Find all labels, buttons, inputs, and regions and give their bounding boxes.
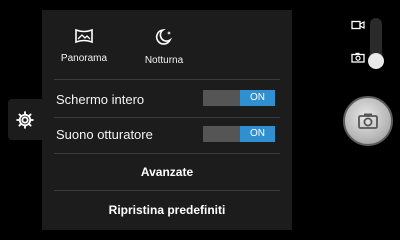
divider <box>54 190 280 191</box>
shutter-sound-label: Suono otturatore <box>56 127 153 142</box>
settings-panel: Panorama Notturna Schermo intero ON Suon… <box>42 10 292 230</box>
reset-defaults-button[interactable]: Ripristina predefiniti <box>42 203 292 217</box>
mode-switch-thumb[interactable] <box>368 53 384 69</box>
shutter-button[interactable] <box>343 96 393 146</box>
fullscreen-toggle[interactable]: ON <box>203 90 275 106</box>
gear-icon <box>16 110 34 129</box>
mode-night-label: Notturna <box>144 55 184 66</box>
night-moon-icon <box>155 28 173 45</box>
camera-mode-switch[interactable] <box>340 14 386 74</box>
divider <box>54 153 280 154</box>
divider <box>54 79 280 80</box>
shutter-sound-toggle-state: ON <box>240 126 275 142</box>
divider <box>54 117 280 118</box>
mode-panorama-label: Panorama <box>60 53 108 64</box>
settings-toggle-button[interactable] <box>8 99 42 140</box>
shutter-sound-toggle[interactable]: ON <box>203 126 275 142</box>
photo-camera-icon <box>351 52 365 63</box>
mode-night-button[interactable]: Notturna <box>129 28 199 68</box>
advanced-button[interactable]: Avanzate <box>42 165 292 179</box>
fullscreen-toggle-state: ON <box>240 90 275 106</box>
mode-panorama-button[interactable]: Panorama <box>49 28 119 66</box>
video-camera-icon <box>351 20 365 30</box>
fullscreen-label: Schermo intero <box>56 92 145 107</box>
panorama-icon <box>75 28 93 44</box>
camera-icon <box>358 113 378 129</box>
